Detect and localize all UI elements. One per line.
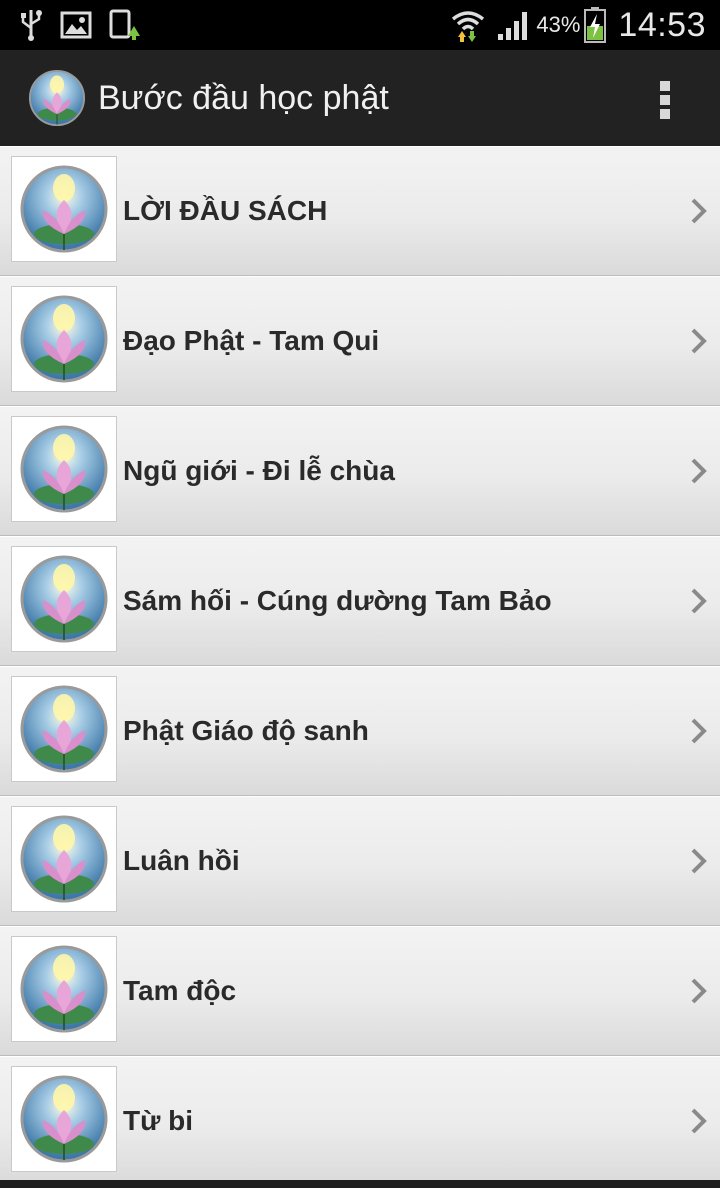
list-item-thumbnail	[11, 286, 117, 392]
list-item-thumbnail	[11, 156, 117, 262]
signal-icon	[498, 12, 528, 40]
list-item[interactable]: Ngũ giới - Đi lễ chùa	[0, 406, 720, 536]
list-item-label: Luân hồi	[123, 845, 240, 876]
sync-icon	[109, 9, 140, 40]
list-item-thumbnail	[11, 676, 117, 782]
usb-icon	[21, 10, 42, 41]
chevron-right-icon	[691, 978, 707, 1004]
more-vert-icon[interactable]	[650, 78, 680, 122]
chevron-right-icon	[691, 588, 707, 614]
list-item[interactable]: Đạo Phật - Tam Qui	[0, 276, 720, 406]
list-item[interactable]: Từ bi	[0, 1056, 720, 1186]
lotus-icon	[20, 815, 108, 903]
list-item[interactable]: Tam độc	[0, 926, 720, 1056]
lotus-icon[interactable]	[28, 69, 86, 127]
list-item[interactable]: Sám hối - Cúng dường Tam Bảo	[0, 536, 720, 666]
list-item-label: Từ bi	[123, 1105, 194, 1136]
battery-charging-icon	[584, 7, 607, 43]
status-bar: 43% 14:53	[0, 0, 720, 50]
list-item-thumbnail	[11, 1066, 117, 1172]
lotus-icon	[20, 555, 108, 643]
chevron-right-icon	[691, 198, 707, 224]
list-item-label: Đạo Phật - Tam Qui	[123, 325, 380, 356]
lotus-icon	[20, 295, 108, 383]
list-item-thumbnail	[11, 806, 117, 912]
list-item[interactable]: Phật Giáo độ sanh	[0, 666, 720, 796]
app-title: Bước đầu học phật	[98, 79, 389, 117]
chevron-right-icon	[691, 848, 707, 874]
list-item-label: Tam độc	[123, 975, 237, 1006]
list-item-label: Ngũ giới - Đi lễ chùa	[123, 455, 395, 486]
lotus-icon	[20, 945, 108, 1033]
lotus-icon	[20, 425, 108, 513]
list-item-label: LỜI ĐẦU SÁCH	[123, 195, 328, 226]
lotus-icon	[20, 165, 108, 253]
chevron-right-icon	[691, 718, 707, 744]
action-bar: Bước đầu học phật	[0, 50, 720, 147]
clock: 14:53	[618, 5, 706, 44]
battery-percent: 43%	[536, 12, 581, 37]
list-item-thumbnail	[11, 936, 117, 1042]
chevron-right-icon	[691, 1108, 707, 1134]
bottom-edge	[0, 1180, 720, 1188]
list-item-label: Sám hối - Cúng dường Tam Bảo	[123, 585, 552, 616]
list-item-thumbnail	[11, 416, 117, 522]
topic-list: LỜI ĐẦU SÁCH Đạo Phật - Tam Qui Ngũ giới…	[0, 146, 720, 1188]
lotus-icon	[20, 1075, 108, 1163]
list-item-thumbnail	[11, 546, 117, 652]
list-item-label: Phật Giáo độ sanh	[123, 715, 369, 746]
chevron-right-icon	[691, 458, 707, 484]
lotus-icon	[20, 685, 108, 773]
list-item[interactable]: Luân hồi	[0, 796, 720, 926]
list-item[interactable]: LỜI ĐẦU SÁCH	[0, 146, 720, 276]
chevron-right-icon	[691, 328, 707, 354]
wifi-icon	[452, 11, 485, 42]
image-icon	[60, 11, 92, 39]
